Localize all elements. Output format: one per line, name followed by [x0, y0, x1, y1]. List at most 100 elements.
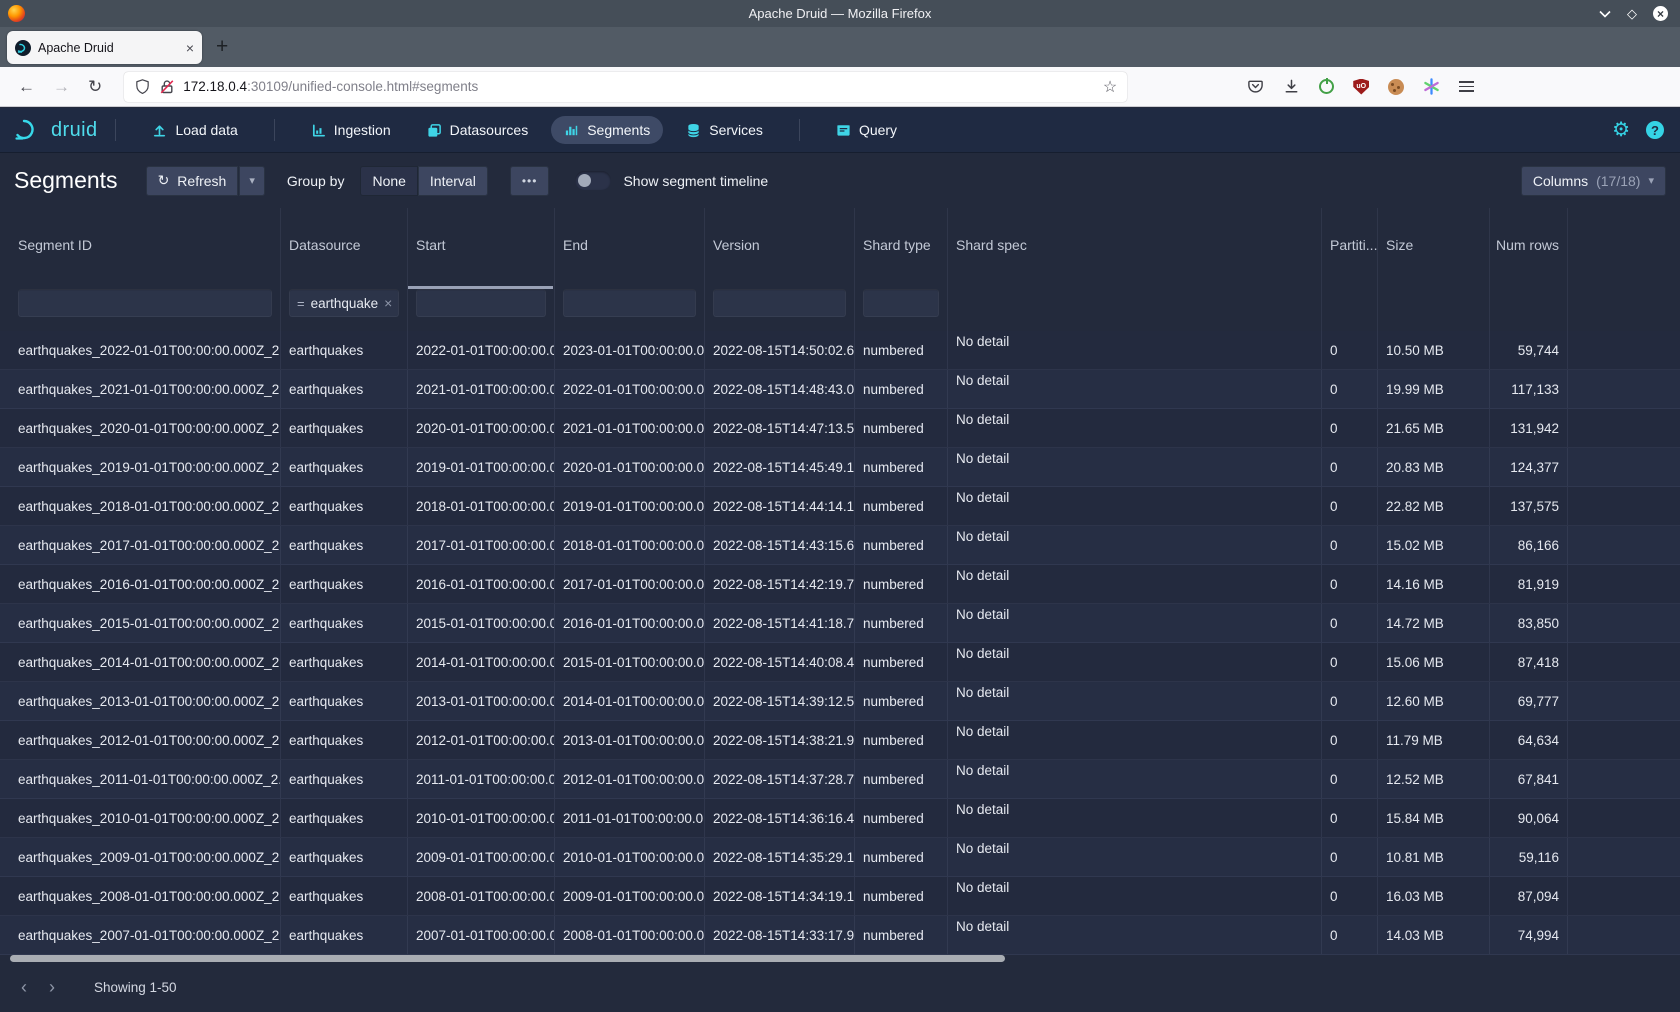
column-header-num-rows[interactable]: Num rows: [1490, 208, 1568, 289]
cookie-extension-icon[interactable]: [1388, 79, 1404, 95]
table-row[interactable]: earthquakes_2009-01-01T00:00:00.000Z_2..…: [0, 838, 1680, 877]
partitions-cell: 0: [1322, 799, 1378, 837]
start-cell: 2010-01-01T00:00:00.0...: [408, 799, 555, 837]
chevron-down-icon: ▾: [249, 174, 255, 187]
previous-page-icon[interactable]: ‹: [10, 977, 38, 998]
forward-icon[interactable]: →: [53, 77, 70, 97]
tab-close-icon[interactable]: ×: [186, 40, 194, 56]
tab-strip: Apache Druid × +: [0, 27, 1680, 67]
version-cell: 2022-08-15T14:45:49.1...: [705, 448, 855, 486]
num-rows-cell: 131,942: [1490, 409, 1568, 447]
nav-item-segments[interactable]: Segments: [551, 116, 663, 144]
group-by-none-button[interactable]: None: [360, 166, 417, 196]
table-row[interactable]: earthquakes_2013-01-01T00:00:00.000Z_2..…: [0, 682, 1680, 721]
partitions-cell: 0: [1322, 760, 1378, 798]
table-row[interactable]: earthquakes_2015-01-01T00:00:00.000Z_2..…: [0, 604, 1680, 643]
window-close-icon[interactable]: ×: [1653, 6, 1668, 21]
group-by-label: Group by: [287, 173, 345, 189]
table-body: earthquakes_2022-01-01T00:00:00.000Z_2..…: [0, 331, 1680, 955]
settings-gear-icon[interactable]: ⚙: [1612, 120, 1630, 140]
horizontal-scrollbar[interactable]: [10, 955, 1005, 962]
datasource-filter-tag[interactable]: = earthquake ×: [289, 289, 399, 317]
refresh-caret-button[interactable]: ▾: [239, 166, 265, 196]
shield-icon[interactable]: [134, 78, 151, 95]
column-header-shard-spec[interactable]: Shard spec: [948, 208, 1322, 289]
help-icon[interactable]: ?: [1646, 121, 1664, 139]
group-by-interval-button[interactable]: Interval: [418, 166, 488, 196]
refresh-button[interactable]: ↻ Refresh: [146, 166, 239, 196]
version-filter-input[interactable]: [713, 289, 846, 317]
ublock-shield-icon[interactable]: uO: [1353, 79, 1369, 95]
shard-type-cell: numbered: [855, 604, 948, 642]
table-row[interactable]: earthquakes_2022-01-01T00:00:00.000Z_2..…: [0, 331, 1680, 370]
column-header-segment-id[interactable]: Segment ID: [0, 208, 281, 289]
shard-type-filter-input[interactable]: [863, 289, 939, 317]
num-rows-cell: 81,919: [1490, 565, 1568, 603]
pocket-icon[interactable]: [1247, 78, 1264, 95]
url-host: 172.18.0.4: [183, 79, 247, 94]
druid-logo[interactable]: druid: [14, 118, 97, 142]
table-row[interactable]: earthquakes_2021-01-01T00:00:00.000Z_2..…: [0, 370, 1680, 409]
nav-item-ingestion[interactable]: Ingestion: [298, 116, 404, 144]
new-tab-button[interactable]: +: [216, 35, 228, 59]
url-text[interactable]: 172.18.0.4:30109/unified-console.html#se…: [183, 79, 1095, 94]
end-filter-input[interactable]: [563, 289, 696, 317]
start-filter-input[interactable]: [416, 289, 546, 317]
column-header-end[interactable]: End: [555, 208, 705, 289]
table-row[interactable]: earthquakes_2014-01-01T00:00:00.000Z_2..…: [0, 643, 1680, 682]
table-row[interactable]: earthquakes_2018-01-01T00:00:00.000Z_2..…: [0, 487, 1680, 526]
table-row[interactable]: earthquakes_2010-01-01T00:00:00.000Z_2..…: [0, 799, 1680, 838]
window-maximize-icon[interactable]: ◇: [1627, 7, 1637, 20]
num-rows-cell: 83,850: [1490, 604, 1568, 642]
table-row[interactable]: earthquakes_2011-01-01T00:00:00.000Z_2..…: [0, 760, 1680, 799]
column-header-datasource[interactable]: Datasource: [281, 208, 408, 289]
segment-id-cell: earthquakes_2012-01-01T00:00:00.000Z_2..…: [0, 721, 281, 759]
reload-icon[interactable]: ↻: [88, 77, 102, 97]
column-header-shard-type[interactable]: Shard type: [855, 208, 948, 289]
remove-filter-icon[interactable]: ×: [384, 295, 392, 311]
segment-id-filter-input[interactable]: [18, 289, 272, 317]
size-cell: 14.16 MB: [1378, 565, 1490, 603]
end-cell: 2020-01-01T00:00:00.0...: [555, 448, 705, 486]
table-row[interactable]: earthquakes_2019-01-01T00:00:00.000Z_2..…: [0, 448, 1680, 487]
start-cell: 2007-01-01T00:00:00.0...: [408, 916, 555, 954]
more-options-button[interactable]: •••: [510, 166, 550, 196]
nav-item-services[interactable]: Services: [673, 116, 776, 144]
window-minimize-icon[interactable]: [1599, 10, 1611, 18]
url-bar[interactable]: 172.18.0.4:30109/unified-console.html#se…: [124, 72, 1127, 102]
column-header-start[interactable]: Start: [408, 208, 555, 289]
menu-icon[interactable]: [1459, 81, 1474, 92]
segment-timeline-toggle[interactable]: [575, 171, 611, 190]
column-header-partitions[interactable]: Partiti...: [1322, 208, 1378, 289]
num-rows-cell: 124,377: [1490, 448, 1568, 486]
segment-id-cell: earthquakes_2017-01-01T00:00:00.000Z_2..…: [0, 526, 281, 564]
nav-item-load-data[interactable]: Load data: [139, 116, 250, 144]
extension-green-icon[interactable]: [1319, 79, 1334, 94]
bookmark-star-icon[interactable]: ☆: [1103, 77, 1117, 97]
nav-item-datasources[interactable]: Datasources: [414, 116, 542, 144]
version-cell: 2022-08-15T14:36:16.4...: [705, 799, 855, 837]
browser-tab[interactable]: Apache Druid ×: [7, 31, 202, 64]
download-icon[interactable]: [1283, 78, 1300, 95]
segments-table: Segment ID Datasource Start End Version …: [0, 208, 1680, 963]
column-header-size[interactable]: Size: [1378, 208, 1490, 289]
partitions-cell: 0: [1322, 604, 1378, 642]
column-header-version[interactable]: Version: [705, 208, 855, 289]
table-row[interactable]: earthquakes_2017-01-01T00:00:00.000Z_2..…: [0, 526, 1680, 565]
table-row[interactable]: earthquakes_2012-01-01T00:00:00.000Z_2..…: [0, 721, 1680, 760]
size-cell: 12.52 MB: [1378, 760, 1490, 798]
columns-button[interactable]: Columns (17/18) ▾: [1521, 166, 1666, 196]
next-page-icon[interactable]: ›: [38, 977, 66, 998]
version-cell: 2022-08-15T14:48:43.0...: [705, 370, 855, 408]
end-cell: 2022-01-01T00:00:00.0...: [555, 370, 705, 408]
table-row[interactable]: earthquakes_2020-01-01T00:00:00.000Z_2..…: [0, 409, 1680, 448]
table-row[interactable]: earthquakes_2008-01-01T00:00:00.000Z_2..…: [0, 877, 1680, 916]
nav-item-query[interactable]: Query: [823, 116, 910, 144]
insecure-lock-icon[interactable]: [159, 79, 175, 95]
multicolor-asterisk-icon[interactable]: [1423, 78, 1440, 95]
back-icon[interactable]: ←: [18, 77, 35, 97]
partitions-cell: 0: [1322, 643, 1378, 681]
table-row[interactable]: earthquakes_2007-01-01T00:00:00.000Z_2..…: [0, 916, 1680, 955]
datasource-cell: earthquakes: [281, 799, 408, 837]
table-row[interactable]: earthquakes_2016-01-01T00:00:00.000Z_2..…: [0, 565, 1680, 604]
